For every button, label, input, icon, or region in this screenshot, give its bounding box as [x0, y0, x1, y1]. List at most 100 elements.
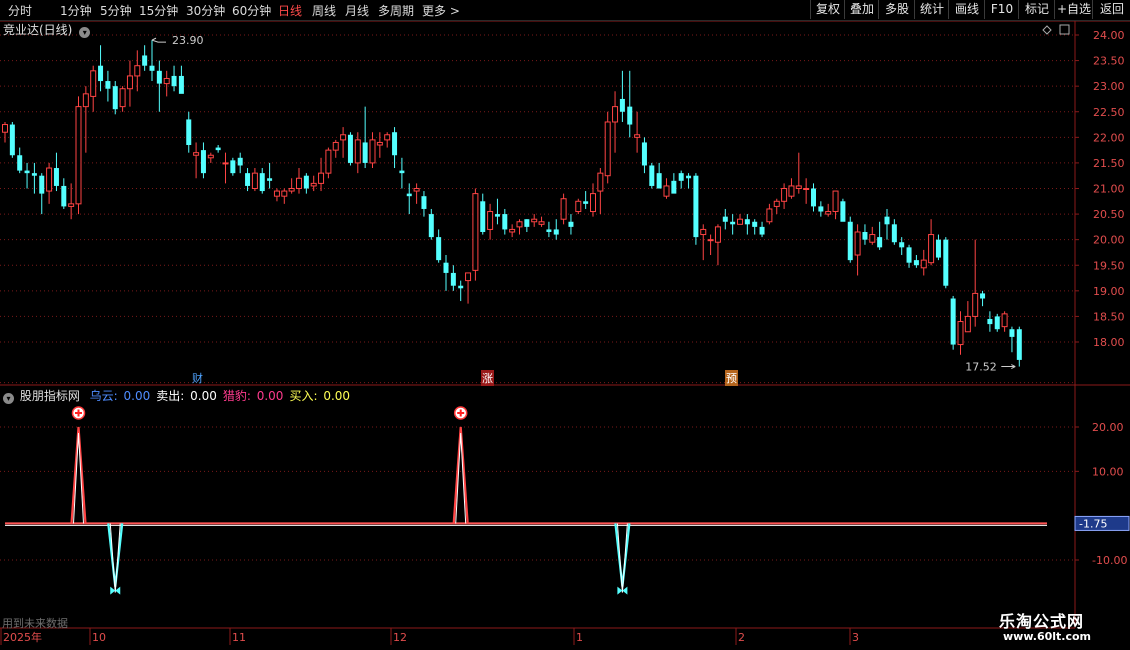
candle [906, 244, 912, 268]
event-flag-1[interactable]: 涨 [481, 370, 494, 386]
candle-body [759, 226, 765, 235]
chevron-down-icon[interactable]: ▾ [3, 393, 14, 404]
candle [75, 96, 82, 215]
candle-body [693, 175, 699, 238]
candle [641, 137, 647, 174]
candle-body [82, 93, 89, 108]
period-tab-4[interactable]: 30分钟 [186, 2, 225, 19]
candle [663, 178, 670, 199]
toolbar-button-6[interactable]: 标记 [1018, 0, 1055, 19]
candle [450, 265, 456, 291]
candle [788, 178, 795, 199]
candle-body [862, 231, 868, 240]
price-axis-label: 23.00 [1093, 80, 1125, 93]
period-tab-10[interactable]: 更多 > [422, 2, 460, 19]
candle-body [436, 237, 442, 261]
watermark-title: 乐淘公式网 [999, 612, 1085, 631]
candle-body [39, 175, 45, 194]
toolbar-button-3[interactable]: 统计 [914, 0, 949, 19]
event-flag-0[interactable]: 财 [191, 370, 204, 386]
candle [90, 65, 97, 112]
candle [193, 142, 200, 179]
candle-body [590, 193, 596, 213]
period-tab-0[interactable]: 分时 [8, 2, 32, 19]
toolbar-button-2[interactable]: 多股 [878, 0, 915, 19]
indicator-params: 乌云: 0.00 卖出: 0.00 猎豹: 0.00 买入: 0.00 [86, 389, 352, 403]
candle [296, 168, 302, 194]
time-axis-label: 2025年 [3, 630, 42, 644]
toolbar-button-8[interactable]: 返回 [1092, 0, 1130, 19]
candle [9, 121, 15, 158]
candle-body [119, 88, 126, 108]
toolbar-button-4[interactable]: 画线 [948, 0, 985, 19]
candle [251, 168, 258, 192]
candle [818, 201, 824, 217]
candle [737, 214, 743, 225]
candle-body [90, 70, 97, 97]
candle [597, 168, 604, 215]
toolbar: 分时 1分钟 5分钟 15分钟 30分钟 60分钟 日线 周线 月线 多周期 更多 > 复权 叠加 多股统… [0, 0, 1130, 21]
candle-body [392, 132, 398, 156]
candle [207, 152, 214, 163]
period-tab-9[interactable]: 多周期 [378, 2, 414, 19]
period-tab-1[interactable]: 1分钟 [60, 2, 92, 19]
event-flag-2[interactable]: 预 [725, 370, 738, 386]
indicator-name[interactable]: 股朋指标网 [20, 389, 80, 403]
candle-body [296, 177, 302, 189]
period-tab-3[interactable]: 15分钟 [139, 2, 178, 19]
candle [17, 147, 23, 174]
toolbar-button-0[interactable]: 复权 [810, 0, 845, 19]
candle-body [964, 315, 971, 333]
candle-body [744, 219, 750, 225]
current-value-label: -1.75 [1079, 517, 1107, 530]
candle [538, 216, 545, 227]
candle-body [325, 149, 332, 174]
candle [156, 60, 162, 112]
chevron-down-icon[interactable]: ▾ [79, 27, 91, 38]
candle-body [950, 298, 956, 345]
candle-body [524, 219, 530, 227]
candle-body [906, 247, 912, 263]
candle-body [193, 152, 200, 156]
candle-body [75, 106, 82, 205]
period-tab-5[interactable]: 60分钟 [232, 2, 271, 19]
candle-body [53, 168, 59, 186]
stock-title[interactable]: 竞业达(日线) ▾ [3, 21, 91, 38]
diamond-icon [1042, 25, 1052, 35]
period-tab-6[interactable]: 日线 [278, 2, 302, 19]
candle-body [399, 170, 405, 174]
candle-body [24, 170, 30, 174]
candle [369, 132, 376, 169]
toolbar-button-1[interactable]: 叠加 [844, 0, 879, 19]
indicator-param-value-2: 0.00 [252, 389, 284, 403]
candle-body [972, 292, 979, 317]
candle [31, 162, 37, 194]
candle-body [215, 147, 221, 151]
candle-body [803, 188, 810, 190]
period-tab-2[interactable]: 5分钟 [100, 2, 132, 19]
candle-body [61, 185, 67, 207]
candle-body [899, 242, 905, 248]
candle [82, 86, 89, 153]
candle [781, 183, 788, 209]
chart-canvas[interactable]: 24.00 23.50 23.00 22.50 22.00 21.50 21.00 20.50… [0, 0, 1130, 650]
candle-body [980, 293, 986, 299]
period-tab-7[interactable]: 周线 [312, 2, 336, 19]
candle [678, 170, 684, 189]
candle-body [171, 75, 177, 87]
candle-body [178, 75, 184, 94]
toolbar-button-7[interactable]: +自选 [1054, 0, 1093, 19]
toolbar-button-5[interactable]: F10 [984, 0, 1019, 19]
candle-body [68, 203, 75, 207]
candle [575, 198, 582, 215]
candle [46, 162, 53, 204]
candle-body [376, 141, 383, 146]
candle [200, 142, 206, 179]
candle [142, 45, 148, 71]
period-tab-8[interactable]: 月线 [345, 2, 369, 19]
candle-body [163, 77, 170, 85]
candle-body [773, 200, 780, 207]
candle [832, 190, 839, 220]
candle [273, 188, 280, 202]
candle [943, 237, 949, 289]
